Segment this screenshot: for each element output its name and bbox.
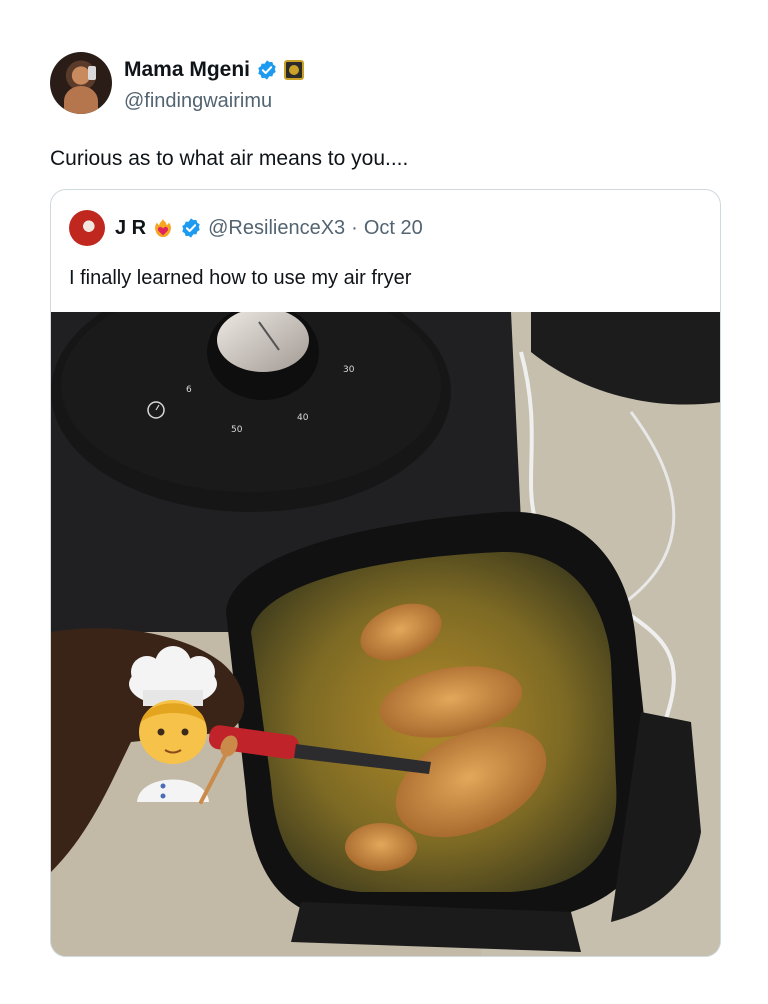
- author-handle[interactable]: @findingwairimu: [124, 90, 272, 113]
- quoted-author-avatar[interactable]: [69, 210, 105, 246]
- quoted-header: J R @ResilienceX3 · Oct 20: [69, 210, 423, 246]
- author-avatar[interactable]: [50, 52, 112, 114]
- air-fryer-photo: 30 40 50 6: [51, 312, 720, 956]
- dial-label-50: 50: [231, 425, 243, 435]
- author-display-name[interactable]: Mama Mgeni: [124, 58, 250, 82]
- quoted-media-photo[interactable]: 30 40 50 6: [51, 312, 720, 956]
- quoted-tweet-card[interactable]: J R @ResilienceX3 · Oct 20 I finally lea…: [50, 189, 721, 957]
- dial-label-6: 6: [186, 385, 192, 395]
- dial-label-40: 40: [297, 413, 309, 423]
- quoted-author-handle[interactable]: @ResilienceX3: [208, 217, 345, 240]
- dial-label-30: 30: [343, 365, 355, 375]
- affiliate-badge-icon: [284, 60, 305, 80]
- verified-badge-icon: [258, 60, 276, 80]
- author-name-row: Mama Mgeni: [124, 58, 305, 82]
- quoted-verified-badge-icon: [182, 218, 200, 238]
- quoted-date[interactable]: Oct 20: [364, 217, 423, 240]
- tweet-text: Curious as to what air means to you....: [50, 147, 409, 170]
- quoted-tweet-text: I finally learned how to use my air frye…: [69, 267, 412, 289]
- heart-on-fire-icon: [155, 218, 172, 238]
- tweet: Mama Mgeni @findingwairimu Curious as to…: [0, 0, 768, 1004]
- separator-dot: ·: [351, 216, 358, 239]
- quoted-author-display-name[interactable]: J R: [115, 217, 146, 240]
